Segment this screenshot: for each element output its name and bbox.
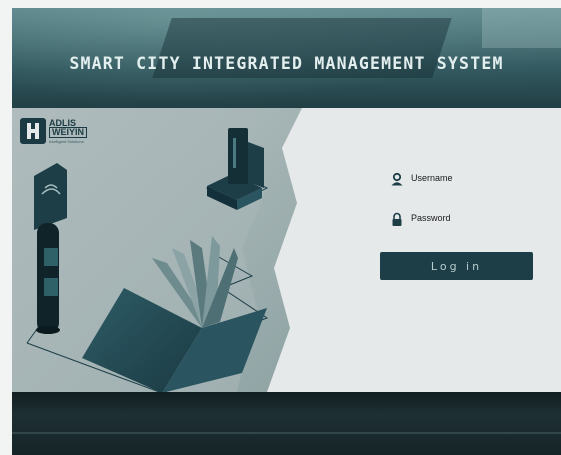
password-field[interactable]: Password: [380, 208, 530, 228]
logo-mark: [20, 118, 46, 144]
user-icon: [390, 171, 404, 186]
username-label: Username: [411, 173, 453, 183]
illustration: [12, 108, 302, 392]
login-panel: ADLIS WEIYIN Intelligent Solutions Usern…: [12, 108, 561, 392]
footer-bar: [12, 392, 561, 455]
background-highlight: [482, 8, 561, 48]
page-title: SMART CITY INTEGRATED MANAGEMENT SYSTEM: [69, 54, 504, 73]
company-logo: ADLIS WEIYIN Intelligent Solutions: [20, 118, 108, 144]
logo-text-line2: WEIYIN: [49, 127, 88, 138]
logo-tagline: Intelligent Solutions: [49, 139, 84, 144]
login-button[interactable]: Log in: [380, 252, 533, 280]
lock-icon: [390, 211, 404, 226]
login-screen: SMART CITY INTEGRATED MANAGEMENT SYSTEM: [12, 8, 561, 455]
password-label: Password: [411, 213, 451, 223]
username-field[interactable]: Username: [380, 168, 530, 188]
